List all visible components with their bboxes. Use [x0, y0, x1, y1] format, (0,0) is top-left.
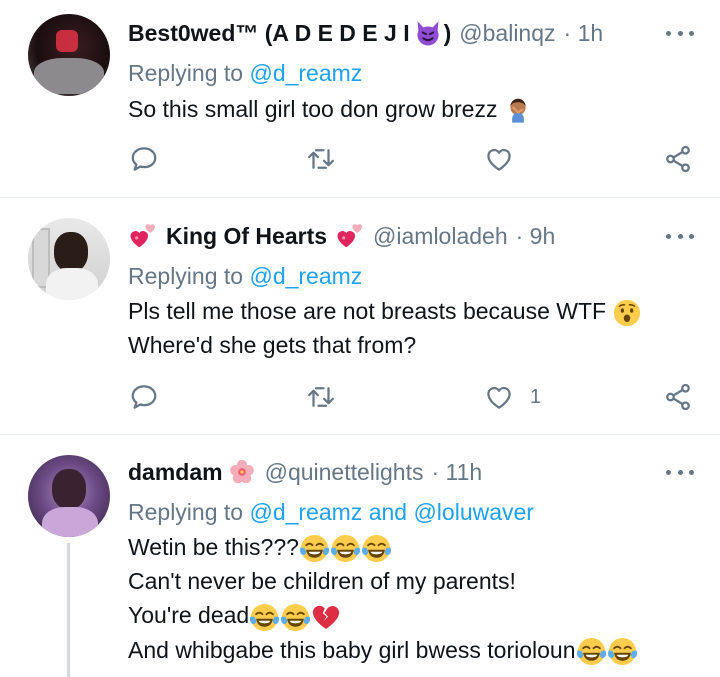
reply-button[interactable]	[129, 382, 159, 412]
timestamp[interactable]: · 1h	[564, 20, 604, 47]
like-count: 1	[530, 385, 542, 408]
avatar[interactable]	[28, 218, 110, 300]
retweet-button[interactable]	[306, 382, 336, 412]
more-options-icon[interactable]	[666, 231, 694, 241]
tweet-line: Can't never be children of my parents!	[128, 568, 516, 595]
replying-to: Replying to @d_reamz	[128, 60, 362, 87]
tears-of-joy-icon	[249, 602, 280, 633]
tears-of-joy-icon	[361, 533, 392, 564]
replying-to: Replying to @d_reamz and @loluwaver	[128, 499, 534, 526]
tweet-header: damdam @quinettelights · 11h	[128, 457, 482, 487]
reply-mention-link[interactable]: @d_reamz and @loluwaver	[249, 499, 534, 525]
replying-to-label: Replying to	[128, 499, 244, 525]
display-name[interactable]: Best0wed™ (A D E D E J I	[128, 20, 410, 47]
tweet-line: Where'd she gets that from?	[128, 332, 417, 358]
reply-button[interactable]	[129, 144, 159, 174]
tears-of-joy-icon	[607, 636, 638, 667]
tweet-actions	[0, 144, 720, 178]
tweet-line: So this small girl too don grow brezz	[128, 96, 498, 122]
replying-to: Replying to @d_reamz	[128, 263, 362, 290]
reply-mention-link[interactable]: @d_reamz	[249, 263, 362, 289]
tweet-line: Pls tell me those are not breasts becaus…	[128, 298, 607, 324]
like-icon	[484, 382, 514, 412]
tweet-text: Wetin be this??? Can't never be children…	[128, 530, 638, 667]
thread-line	[67, 543, 70, 677]
like-icon	[484, 144, 514, 174]
tweet-card[interactable]: Best0wed™ (A D E D E J I ) @balinqz · 1h…	[0, 0, 720, 197]
facepalm-icon	[504, 97, 532, 125]
tweet-card[interactable]: damdam @quinettelights · 11h Replying to…	[0, 435, 720, 677]
tweet-line: You're dead	[128, 602, 250, 629]
tweet-header: Best0wed™ (A D E D E J I ) @balinqz · 1h	[128, 18, 603, 48]
tears-of-joy-icon	[330, 533, 361, 564]
reply-mention-link[interactable]: @d_reamz	[249, 60, 362, 86]
tears-of-joy-icon	[576, 636, 607, 667]
timestamp[interactable]: · 11h	[431, 459, 482, 486]
share-icon	[663, 144, 693, 174]
hibiscus-icon	[227, 457, 257, 487]
tears-of-joy-icon	[299, 533, 330, 564]
share-icon	[663, 382, 693, 412]
share-button[interactable]	[663, 382, 693, 412]
more-options-icon[interactable]	[666, 28, 694, 38]
tweet-text: Pls tell me those are not breasts becaus…	[128, 294, 642, 362]
tweet-line: And whibgabe this baby girl bwess toriol…	[128, 636, 576, 663]
more-options-icon[interactable]	[666, 467, 694, 477]
tears-of-joy-icon	[280, 602, 311, 633]
user-handle[interactable]: @quinettelights	[265, 459, 424, 486]
display-name[interactable]: King Of Hearts	[166, 223, 327, 250]
avatar[interactable]	[28, 455, 110, 537]
display-name-suffix: )	[443, 19, 452, 46]
tweet-actions: 1	[0, 382, 720, 416]
tweet-header: King Of Hearts @iamloladeh · 9h	[128, 221, 555, 251]
display-name[interactable]: damdam	[128, 459, 223, 486]
smiling-imp-icon	[414, 19, 442, 47]
retweet-button[interactable]	[306, 144, 336, 174]
replying-to-label: Replying to	[128, 263, 244, 289]
like-button[interactable]: 1	[484, 382, 541, 412]
retweet-icon	[306, 382, 336, 412]
reply-icon	[129, 382, 159, 412]
user-handle[interactable]: @iamloladeh	[373, 223, 508, 250]
revolving-hearts-icon	[128, 221, 158, 251]
revolving-hearts-icon	[335, 221, 365, 251]
hushed-face-icon	[612, 298, 642, 328]
timestamp[interactable]: · 9h	[516, 223, 556, 250]
tweet-line: Wetin be this???	[128, 534, 299, 560]
tweet-card[interactable]: King Of Hearts @iamloladeh · 9h Replying…	[0, 198, 720, 434]
like-button[interactable]	[484, 144, 530, 174]
tweet-text: So this small girl too don grow brezz	[128, 92, 532, 126]
broken-heart-icon	[311, 602, 341, 632]
retweet-icon	[306, 144, 336, 174]
user-handle[interactable]: @balinqz	[459, 20, 555, 47]
avatar[interactable]	[28, 14, 110, 96]
share-button[interactable]	[663, 144, 693, 174]
replying-to-label: Replying to	[128, 60, 244, 86]
reply-icon	[129, 144, 159, 174]
